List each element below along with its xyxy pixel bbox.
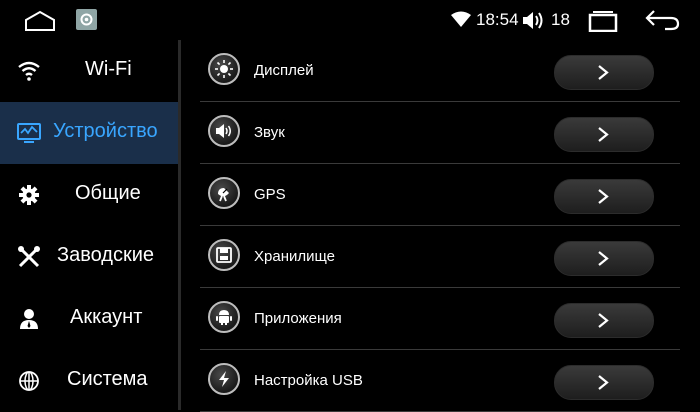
sidebar-item-label: Заводские — [57, 244, 155, 266]
list-item-display[interactable]: Дисплей — [200, 40, 680, 102]
account-icon — [16, 307, 42, 331]
open-sound-button[interactable] — [554, 117, 654, 152]
sound-icon — [208, 115, 240, 147]
android-icon — [208, 301, 240, 333]
sidebar-item-label: Wi-Fi — [85, 58, 132, 80]
device-icon — [16, 121, 42, 145]
open-usb-settings-button[interactable] — [554, 365, 654, 400]
list-item-label: Приложения — [254, 310, 342, 327]
usb-icon — [208, 363, 240, 395]
sidebar-item-system[interactable]: Система — [0, 350, 178, 412]
app-icon[interactable] — [76, 9, 97, 30]
list-item-applications[interactable]: Приложения — [200, 288, 680, 350]
device-settings-list: Дисплей Звук GPS Хранилище Приложения На… — [200, 40, 680, 412]
sidebar-item-label: Аккаунт — [70, 306, 143, 328]
list-item-label: GPS — [254, 186, 286, 203]
sidebar-item-general[interactable]: Общие — [0, 164, 178, 226]
display-icon — [208, 53, 240, 85]
wifi-icon — [451, 11, 471, 28]
storage-icon — [208, 239, 240, 271]
globe-icon — [16, 369, 42, 393]
sidebar-item-label: Система — [67, 368, 148, 390]
sidebar-item-account[interactable]: Аккаунт — [0, 288, 178, 350]
sidebar-item-label: Общие — [75, 182, 141, 204]
list-item-gps[interactable]: GPS — [200, 164, 680, 226]
open-gps-button[interactable] — [554, 179, 654, 214]
settings-sidebar: Wi-Fi Устройство Общие Заводские Аккаунт… — [0, 40, 180, 410]
list-item-sound[interactable]: Звук — [200, 102, 680, 164]
recent-apps-icon[interactable] — [586, 10, 620, 33]
list-item-usb-settings[interactable]: Настройка USB — [200, 350, 680, 412]
list-item-label: Хранилище — [254, 248, 335, 265]
list-item-label: Звук — [254, 124, 285, 141]
sidebar-item-device[interactable]: Устройство — [0, 102, 178, 164]
open-display-button[interactable] — [554, 55, 654, 90]
volume-icon[interactable] — [522, 11, 544, 30]
tools-icon — [16, 245, 42, 269]
home-icon[interactable] — [24, 10, 56, 32]
volume-level: 18 — [551, 10, 570, 29]
wifi-icon — [16, 59, 42, 83]
status-bar: 18:54 18 — [0, 0, 700, 40]
gps-icon — [208, 177, 240, 209]
gear-icon — [16, 183, 42, 207]
list-item-storage[interactable]: Хранилище — [200, 226, 680, 288]
open-storage-button[interactable] — [554, 241, 654, 276]
open-applications-button[interactable] — [554, 303, 654, 338]
clock: 18:54 — [476, 10, 519, 29]
list-item-label: Настройка USB — [254, 372, 363, 389]
sidebar-divider — [178, 40, 181, 410]
sidebar-item-factory[interactable]: Заводские — [0, 226, 178, 288]
list-item-label: Дисплей — [254, 62, 314, 79]
back-icon[interactable] — [645, 9, 681, 31]
sidebar-item-label: Устройство — [53, 120, 158, 142]
sidebar-item-wifi[interactable]: Wi-Fi — [0, 40, 178, 102]
